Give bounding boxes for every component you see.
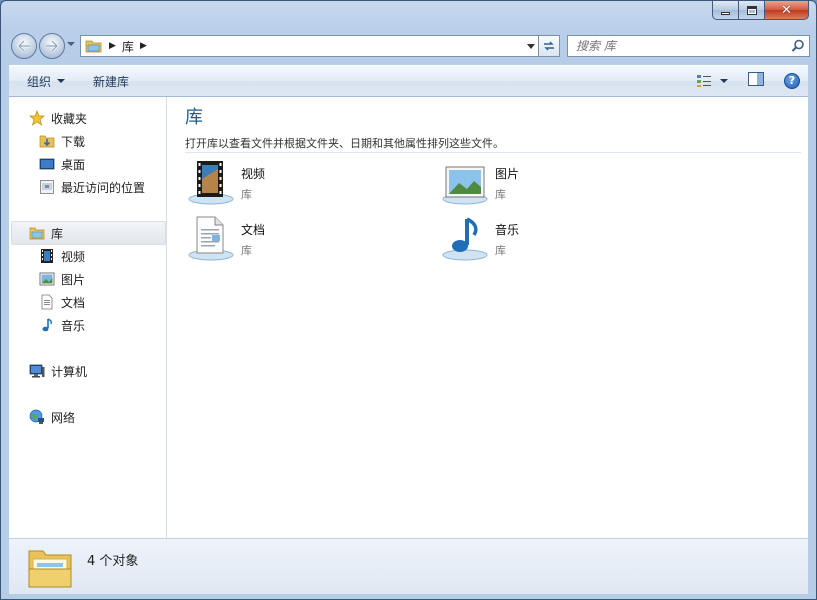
maximize-icon xyxy=(746,5,757,15)
library-type: 库 xyxy=(495,188,506,201)
sidebar-item-label: 图片 xyxy=(61,272,86,287)
close-icon: ✕ xyxy=(781,2,792,18)
forward-arrow-icon xyxy=(46,40,59,52)
chevron-down-icon xyxy=(57,79,66,83)
sidebar-item-music[interactable]: 音乐 xyxy=(39,314,85,336)
library-tile-pictures[interactable]: 图片 库 xyxy=(441,159,519,207)
library-folder-icon xyxy=(29,225,45,241)
sidebar-item-recent-places[interactable]: 最近访问的位置 xyxy=(39,176,145,198)
pictures-library-icon xyxy=(39,271,55,287)
library-tile-videos[interactable]: 视频 库 xyxy=(187,159,265,207)
sidebar-item-label: 音乐 xyxy=(61,318,86,333)
item-count-status: 4 个对象 xyxy=(87,554,139,569)
desktop-icon xyxy=(39,156,55,172)
organize-button[interactable]: 组织 xyxy=(19,69,73,94)
back-arrow-icon xyxy=(17,40,30,52)
library-name: 视频 xyxy=(241,167,266,181)
video-library-icon xyxy=(39,248,55,264)
sidebar-item-label: 文档 xyxy=(61,295,86,310)
sidebar-item-label: 视频 xyxy=(61,249,86,264)
sidebar-item-libraries[interactable]: 库 xyxy=(29,222,63,244)
sidebar-item-desktop[interactable]: 桌面 xyxy=(39,153,85,175)
sidebar-item-label: 计算机 xyxy=(51,364,88,379)
sidebar-item-label: 网络 xyxy=(51,410,76,425)
caption-buttons: ✕ xyxy=(712,1,809,21)
view-controls: ? xyxy=(696,72,800,89)
music-library-icon xyxy=(442,217,488,261)
download-folder-icon xyxy=(39,133,55,149)
forward-button[interactable] xyxy=(39,33,65,59)
sidebar-item-label: 最近访问的位置 xyxy=(61,180,146,195)
explorer-window: ✕ ▶ 库 ▶ 组织 xyxy=(0,0,817,600)
main-pane: 库 打开库以查看文件并根据文件夹、日期和其他属性排列这些文件。 视频 库 图片 … xyxy=(167,97,808,538)
close-button[interactable]: ✕ xyxy=(765,1,809,20)
breadcrumb-separator-icon[interactable]: ▶ xyxy=(109,41,116,51)
preview-pane-button[interactable] xyxy=(748,72,764,89)
library-tile-music[interactable]: 音乐 库 xyxy=(441,215,519,263)
refresh-icon xyxy=(544,41,554,51)
pictures-library-icon xyxy=(442,166,488,205)
minimize-button[interactable] xyxy=(712,1,739,20)
sidebar-item-favorites[interactable]: 收藏夹 xyxy=(29,107,87,129)
navigation-pane: 收藏夹 下载 桌面 最近访问的位置 库 视频 图片 文档 音乐 计算机 网络 xyxy=(9,97,167,538)
sidebar-item-documents[interactable]: 文档 xyxy=(39,291,85,313)
sidebar-item-label: 收藏夹 xyxy=(51,111,88,126)
organize-label: 组织 xyxy=(27,74,52,89)
search-input[interactable] xyxy=(576,39,776,53)
help-icon: ? xyxy=(788,74,796,87)
library-folder-icon xyxy=(85,40,102,53)
page-description: 打开库以查看文件并根据文件夹、日期和其他属性排列这些文件。 xyxy=(185,137,504,150)
details-pane: 4 个对象 xyxy=(9,538,808,594)
sidebar-item-downloads[interactable]: 下载 xyxy=(39,130,85,152)
library-tile-documents[interactable]: 文档 库 xyxy=(187,215,265,263)
library-header: 库 打开库以查看文件并根据文件夹、日期和其他属性排列这些文件。 xyxy=(185,103,801,153)
documents-library-icon xyxy=(188,216,234,261)
documents-library-icon xyxy=(39,294,55,310)
new-library-label: 新建库 xyxy=(93,74,130,89)
sidebar-item-computer[interactable]: 计算机 xyxy=(29,360,87,382)
library-name: 音乐 xyxy=(495,223,520,237)
breadcrumb-separator-icon[interactable]: ▶ xyxy=(140,41,147,51)
sidebar-item-label: 桌面 xyxy=(61,157,86,172)
view-list-icon xyxy=(697,74,711,87)
address-bar[interactable]: ▶ 库 ▶ xyxy=(80,35,542,57)
preview-pane-icon xyxy=(748,72,764,86)
recent-pages-dropdown[interactable] xyxy=(67,42,75,46)
change-view-button[interactable] xyxy=(696,74,728,88)
minimize-icon xyxy=(721,11,730,15)
refresh-button[interactable] xyxy=(538,35,560,57)
help-button[interactable]: ? xyxy=(784,72,800,89)
address-dropdown-icon[interactable] xyxy=(527,44,535,49)
new-library-button[interactable]: 新建库 xyxy=(85,69,137,94)
library-type: 库 xyxy=(241,244,252,257)
star-icon xyxy=(29,110,45,126)
library-type: 库 xyxy=(241,188,252,201)
sidebar-item-network[interactable]: 网络 xyxy=(29,406,75,428)
library-name: 图片 xyxy=(495,167,520,181)
library-name: 文档 xyxy=(241,223,266,237)
chevron-down-icon xyxy=(720,78,728,83)
search-icon[interactable] xyxy=(791,39,805,53)
library-folder-icon xyxy=(28,550,72,587)
recent-places-icon xyxy=(39,179,55,195)
sidebar-item-videos[interactable]: 视频 xyxy=(39,245,85,267)
sidebar-item-label: 下载 xyxy=(61,134,86,149)
sidebar-item-pictures[interactable]: 图片 xyxy=(39,268,85,290)
computer-icon xyxy=(29,363,45,379)
sidebar-item-label: 库 xyxy=(51,226,64,241)
video-library-icon xyxy=(188,161,234,205)
back-button[interactable] xyxy=(11,33,37,59)
maximize-button[interactable] xyxy=(739,1,765,20)
network-icon xyxy=(29,409,45,425)
library-type: 库 xyxy=(495,244,506,257)
page-title: 库 xyxy=(185,107,203,128)
search-box[interactable] xyxy=(567,35,810,57)
command-bar: 组织 新建库 ? xyxy=(9,65,808,97)
breadcrumb-library[interactable]: 库 xyxy=(122,38,134,55)
music-library-icon xyxy=(39,317,55,333)
navigation-row: ▶ 库 ▶ xyxy=(9,31,810,61)
content-frame: 收藏夹 下载 桌面 最近访问的位置 库 视频 图片 文档 音乐 计算机 网络 库… xyxy=(9,97,808,538)
